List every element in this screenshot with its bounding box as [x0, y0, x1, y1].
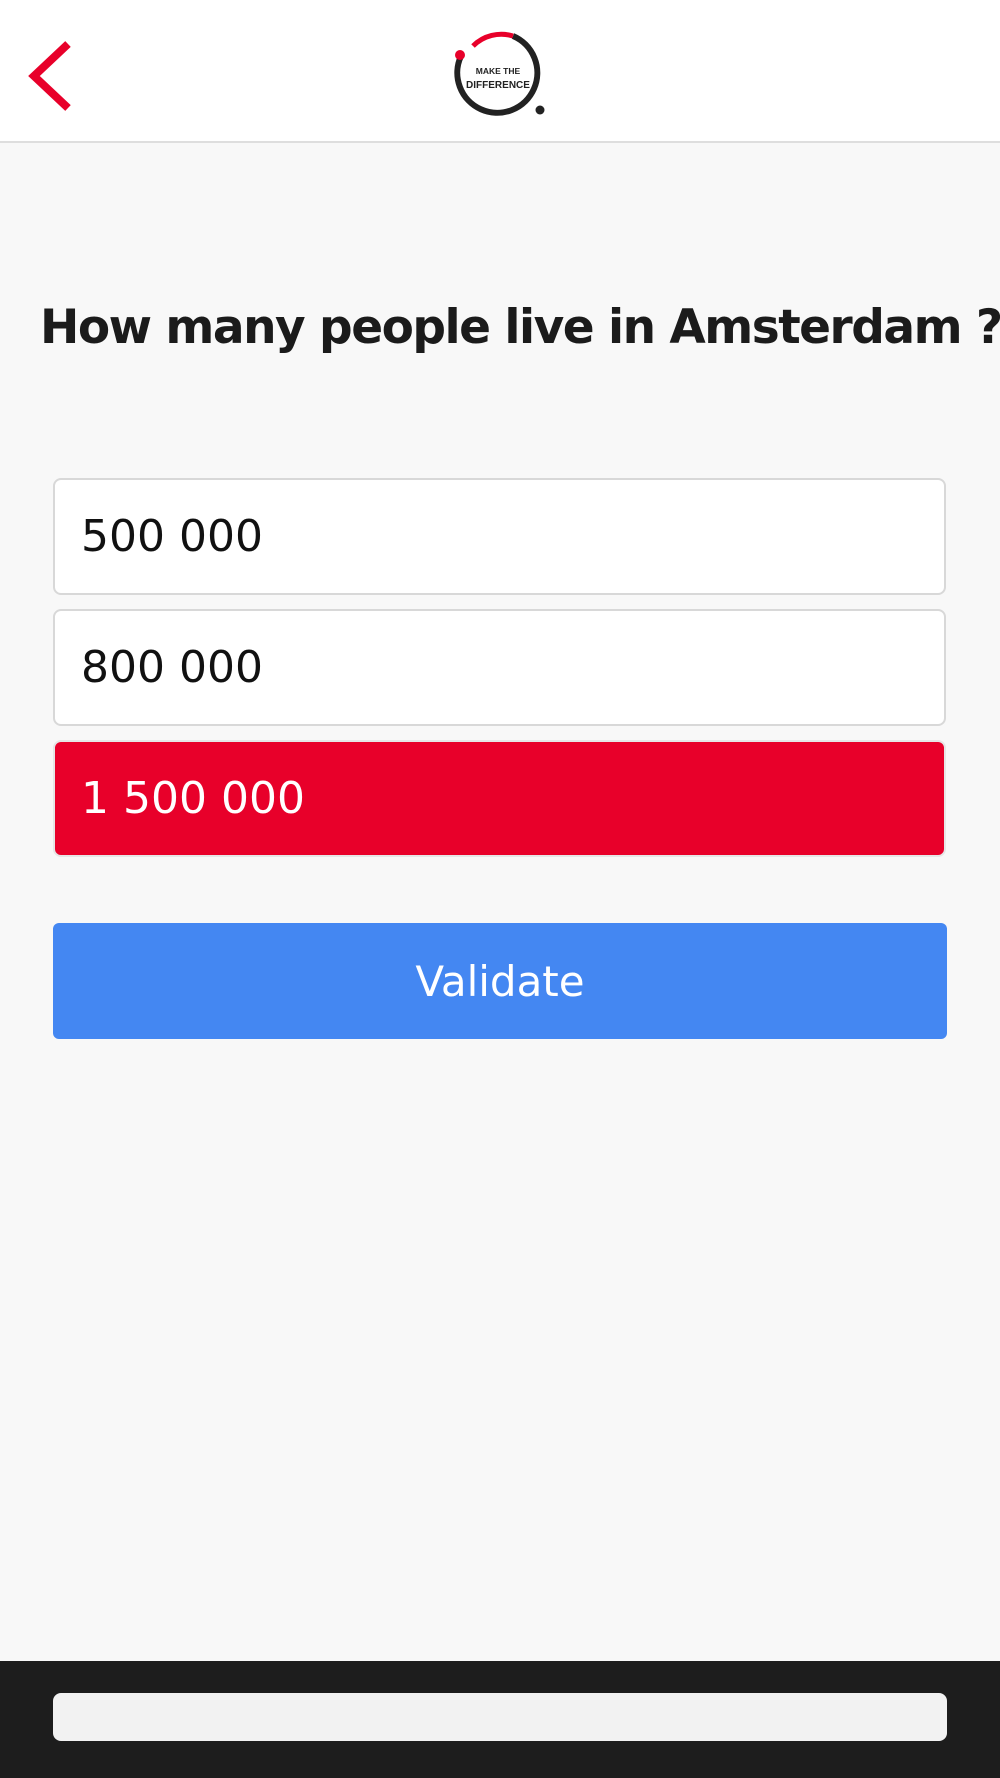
svg-text:MAKE THE: MAKE THE — [476, 66, 521, 76]
answer-option-2[interactable]: 800 000 — [53, 609, 946, 726]
answer-option-label: 1 500 000 — [81, 773, 305, 824]
logo-text-top: MAKE THE — [476, 66, 521, 76]
bottom-input-field[interactable] — [53, 1693, 947, 1741]
make-the-difference-logo: MAKE THE DIFFERENCE — [449, 28, 551, 124]
answer-option-1[interactable]: 500 000 — [53, 478, 946, 595]
back-button[interactable] — [18, 32, 88, 122]
answer-option-label: 800 000 — [81, 642, 263, 693]
answer-list: 500 000 800 000 1 500 000 — [53, 478, 946, 871]
question-title: How many people live in Amsterdam ? — [40, 300, 1000, 355]
chevron-left-icon — [28, 41, 71, 111]
svg-text:DIFFERENCE: DIFFERENCE — [466, 80, 530, 91]
validate-button[interactable]: Validate — [53, 923, 947, 1039]
logo-text-bottom: DIFFERENCE — [466, 80, 530, 91]
app-header: MAKE THE DIFFERENCE — [0, 0, 1000, 143]
answer-option-label: 500 000 — [81, 511, 263, 562]
answer-option-3-selected[interactable]: 1 500 000 — [53, 740, 946, 857]
bottom-bar — [0, 1661, 1000, 1778]
